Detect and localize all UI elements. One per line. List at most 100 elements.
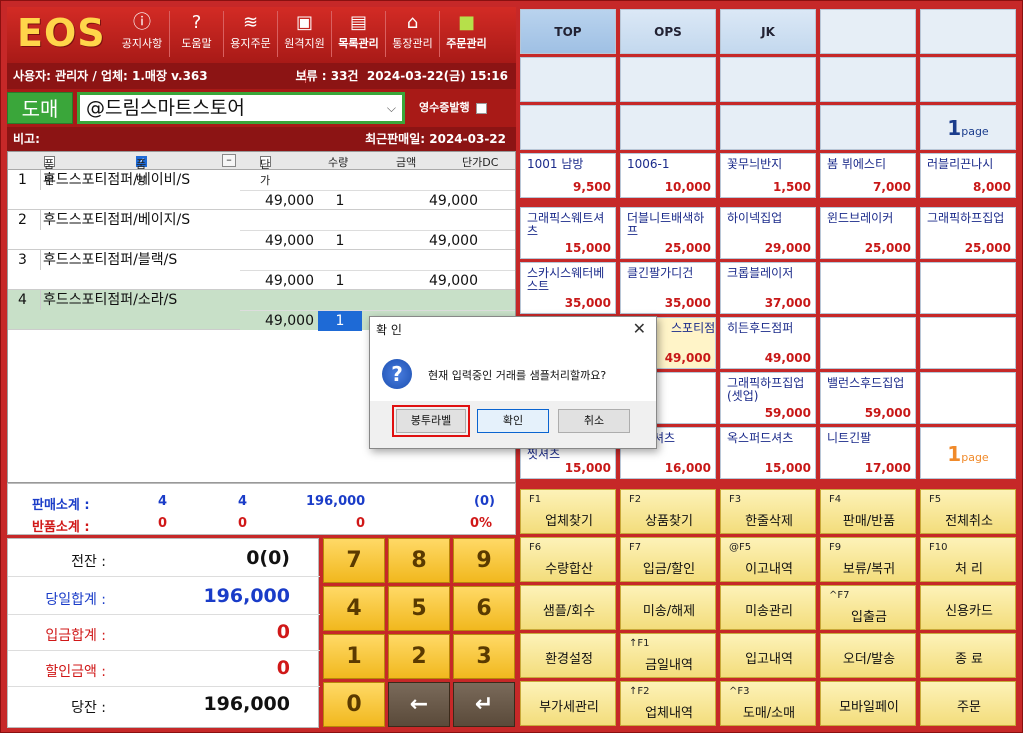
function-key-label: 미송관리: [745, 604, 793, 619]
function-key-22[interactable]: ↑F2 업체내역: [620, 681, 716, 726]
row-qty[interactable]: 1: [318, 191, 362, 211]
function-key-19[interactable]: 오더/발송: [820, 633, 916, 678]
hold-count[interactable]: 보류 : 33건: [296, 69, 359, 83]
item-button[interactable]: 니트긴팔 17,000: [820, 427, 916, 479]
function-key-4[interactable]: F4 판매/반품: [820, 489, 916, 534]
item-button[interactable]: 꽃무늬반지 1,500: [720, 153, 816, 198]
function-key-1[interactable]: F1 업체찾기: [520, 489, 616, 534]
function-key-2[interactable]: F2 상품찾기: [620, 489, 716, 534]
item-empty: [920, 372, 1016, 424]
receipt-checkbox[interactable]: [475, 102, 487, 114]
item-button[interactable]: 클긴팔가디건 35,000: [620, 262, 716, 314]
item-button[interactable]: 하이넥집업 29,000: [720, 207, 816, 259]
function-key-24[interactable]: 모바일페이: [820, 681, 916, 726]
trade-type-button[interactable]: 도매: [7, 92, 73, 124]
item-button[interactable]: 옥스퍼드셔츠 15,000: [720, 427, 816, 479]
function-key-shortcut: ↑F1: [629, 638, 650, 649]
close-icon[interactable]: ✕: [633, 319, 646, 338]
chevron-down-icon[interactable]: ⌵: [387, 95, 396, 121]
item-button[interactable]: 스카시스웨터베스트 35,000: [520, 262, 616, 314]
collapse-icon[interactable]: –: [222, 154, 236, 167]
backspace-key[interactable]: ←: [388, 682, 450, 727]
item-button[interactable]: 1006-1 10,000: [620, 153, 716, 198]
col-dc: 단가DC: [462, 156, 499, 169]
datetime: 2024-03-22(금) 15:16: [366, 69, 508, 83]
menu-help[interactable]: ? 도움말: [169, 11, 223, 57]
box-icon: ■: [457, 12, 475, 33]
item-button[interactable]: 그래픽하프집업(셋업) 59,000: [720, 372, 816, 424]
function-key-8[interactable]: @F5 이고내역: [720, 537, 816, 582]
function-key-23[interactable]: ^F3 도매/소매: [720, 681, 816, 726]
function-key-3[interactable]: F3 한줄삭제: [720, 489, 816, 534]
key-7[interactable]: 7: [323, 538, 385, 583]
item-button[interactable]: 러블리끈나시 8,000: [920, 153, 1016, 198]
table-row[interactable]: 1 후드스포티점퍼/네이비/S 49,000 1 49,000: [8, 170, 515, 210]
item-button[interactable]: 윈드브레이커 25,000: [820, 207, 916, 259]
function-key-10[interactable]: F10 처 리: [920, 537, 1016, 582]
item-button[interactable]: 밸런스후드집업 59,000: [820, 372, 916, 424]
function-key-13[interactable]: 미송관리: [720, 585, 816, 630]
row-qty[interactable]: 1: [318, 231, 362, 251]
table-row[interactable]: 3 후드스포티점퍼/블랙/S 49,000 1 49,000: [8, 250, 515, 290]
customer-select[interactable]: @드림스마트스토어 ⌵: [77, 92, 405, 124]
key-4[interactable]: 4: [323, 586, 385, 631]
key-2[interactable]: 2: [388, 634, 450, 679]
row-qty-editing[interactable]: 1: [318, 311, 362, 331]
item-button[interactable]: 1001 남방 9,500: [520, 153, 616, 198]
function-key-21[interactable]: 부가세관리: [520, 681, 616, 726]
function-key-15[interactable]: 신용카드: [920, 585, 1016, 630]
key-6[interactable]: 6: [453, 586, 515, 631]
tab-top[interactable]: TOP: [520, 9, 616, 54]
function-key-7[interactable]: F7 입금/할인: [620, 537, 716, 582]
table-row[interactable]: 2 후드스포티점퍼/베이지/S 49,000 1 49,000: [8, 210, 515, 250]
item-page-button[interactable]: 1page: [920, 427, 1016, 479]
menu-list-manage[interactable]: ▤ 목록관리: [331, 11, 385, 57]
function-key-18[interactable]: 입고내역: [720, 633, 816, 678]
key-5[interactable]: 5: [388, 586, 450, 631]
function-key-9[interactable]: F9 보류/복귀: [820, 537, 916, 582]
key-9[interactable]: 9: [453, 538, 515, 583]
user-info: 사용자: 관리자 / 업체: 1.매장 v.363: [13, 69, 208, 83]
confirm-button[interactable]: 확인: [477, 409, 549, 433]
menu-order-manage[interactable]: ■ 주문관리: [439, 11, 493, 57]
menu-bank-manage[interactable]: ⌂ 통장관리: [385, 11, 439, 57]
alert-icon: ⓘ: [133, 12, 151, 33]
key-3[interactable]: 3: [453, 634, 515, 679]
function-key-12[interactable]: 미송/해제: [620, 585, 716, 630]
tab-empty: [520, 57, 616, 102]
receipt-option[interactable]: 영수증발행: [419, 99, 487, 115]
function-key-17[interactable]: ↑F1 금일내역: [620, 633, 716, 678]
key-0[interactable]: 0: [323, 682, 385, 727]
tab-empty: [820, 105, 916, 150]
tab-empty: [920, 57, 1016, 102]
item-button[interactable]: 그래픽스웨트셔츠 15,000: [520, 207, 616, 259]
item-button[interactable]: 히든후드점퍼 49,000: [720, 317, 816, 369]
function-key-5[interactable]: F5 전체취소: [920, 489, 1016, 534]
key-8[interactable]: 8: [388, 538, 450, 583]
key-1[interactable]: 1: [323, 634, 385, 679]
cancel-button[interactable]: 취소: [558, 409, 630, 433]
function-key-16[interactable]: 환경설정: [520, 633, 616, 678]
function-key-20[interactable]: 종 료: [920, 633, 1016, 678]
function-key-6[interactable]: F6 수량합산: [520, 537, 616, 582]
menu-paper-order[interactable]: ≋ 용지주문: [223, 11, 277, 57]
item-button[interactable]: 더블니트배색하프 25,000: [620, 207, 716, 259]
item-button[interactable]: 봄 뷔에스티 7,000: [820, 153, 916, 198]
item-button[interactable]: 크롭블레이저 37,000: [720, 262, 816, 314]
function-key-label: 신용카드: [945, 604, 993, 619]
function-key-label: 입출금: [851, 610, 887, 625]
summary-prev-balance: 전잔 :0(0): [8, 541, 320, 577]
tab-jk[interactable]: JK: [720, 9, 816, 54]
function-key-14[interactable]: ^F7 입출금: [820, 585, 916, 630]
enter-key[interactable]: ↵: [453, 682, 515, 727]
menu-notice[interactable]: ⓘ 공지사항: [115, 11, 169, 57]
function-key-11[interactable]: 샘플/회수: [520, 585, 616, 630]
tab-page-button[interactable]: 1page: [920, 105, 1016, 150]
summary-balance: 당잔 :196,000: [71, 693, 290, 716]
row-qty[interactable]: 1: [318, 271, 362, 291]
menu-remote[interactable]: ▣ 원격지원: [277, 11, 331, 57]
item-button[interactable]: 그래픽하프집업 25,000: [920, 207, 1016, 259]
tab-ops[interactable]: OPS: [620, 9, 716, 54]
tab-empty: [920, 9, 1016, 54]
function-key-25[interactable]: 주문: [920, 681, 1016, 726]
